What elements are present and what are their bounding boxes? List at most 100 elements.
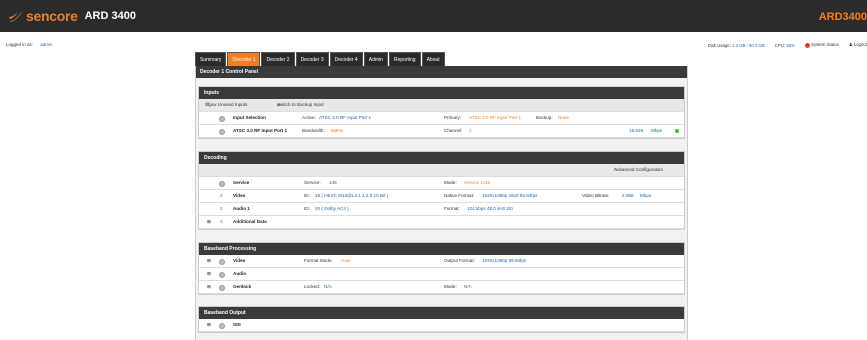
input-rate-value: 18.628 <box>629 128 644 133</box>
video-bitrate-label: Video Bitrate: <box>582 193 610 198</box>
tab-decoder-4[interactable]: Decoder 4 <box>329 52 363 66</box>
video-bitrate-unit: Mbps <box>640 193 652 198</box>
input-selection-label: Input Selection <box>233 115 266 120</box>
gear-icon <box>219 285 225 291</box>
video-bitrate-value: 2.088 <box>622 193 634 198</box>
panel-title: Decoder 1 Control Panel <box>196 66 687 78</box>
service-id-label: Service: <box>304 180 321 185</box>
cpu-value: 46% <box>786 42 795 48</box>
output-format-value: 1920x1080p 59.94fps <box>482 258 527 263</box>
gear-icon <box>219 272 225 278</box>
bandwidth-label: Bandwidth: <box>302 128 325 133</box>
channel-value: 2 <box>469 128 472 133</box>
user-icon: ♟ <box>848 42 853 47</box>
audio-format-value: 124 kbps 48.0 kHz 2/0 <box>467 206 513 211</box>
user-link[interactable]: admin <box>40 42 52 47</box>
sdi-label: SDI <box>233 322 241 327</box>
backup-value: None <box>558 115 569 120</box>
status-line: Disk Usage: 1.3 GB / 90.3 GB CPU: 46% Sy… <box>708 42 867 48</box>
input-rate-unit: Mbps <box>651 128 663 133</box>
brand-name: sencore <box>26 8 78 24</box>
service-mode-value: Service Lock <box>464 180 491 185</box>
inputs-header: Inputs <box>199 87 684 99</box>
active-label: Active: <box>302 115 316 120</box>
baseband-processing-section: Baseband Processing ⊞ Video Format Mode:… <box>198 242 685 295</box>
audio-format-label: Format: <box>444 206 460 211</box>
sencore-swoosh-icon <box>9 11 22 22</box>
primary-label: Primary: <box>444 115 462 120</box>
sencore-logo: sencore ARD 3400 <box>8 8 136 24</box>
audio-label: Audio 1 <box>233 206 250 211</box>
format-mode-value: Auto <box>341 258 351 263</box>
decoding-toolbar: ✎ Advanced Configuration <box>199 164 684 177</box>
system-status-label: System Status <box>811 42 839 48</box>
tab-about[interactable]: About <box>421 52 445 66</box>
audio-id-label: ID: <box>304 206 310 211</box>
tab-decoder-2[interactable]: Decoder 2 <box>261 52 295 66</box>
additional-data-row[interactable]: ⊞ ≡ Additional Data <box>199 216 684 229</box>
format-mode-label: Format Mode: <box>304 258 333 263</box>
native-format-value: 1920x1080p 16x9 59.94fps <box>482 193 538 198</box>
show-unused-label: Show Unused Inputs <box>205 102 248 107</box>
sub-item-icon: ≡ <box>220 193 223 198</box>
video-row[interactable]: ≡ Video ID: 18 ( HEVC M10@L4.1 4:2:0 10 … <box>199 190 684 203</box>
locked-value: N/A <box>324 284 332 289</box>
logged-in-line: Logged in as: admin <box>6 42 53 47</box>
genlock-mode-value: N/A <box>464 284 472 289</box>
port-label: ATSC 3.0 RF Input Port 1 <box>233 128 288 133</box>
audio-id-value: 20 ( Dolby AC4 ) <box>315 206 349 211</box>
expand-icon[interactable]: ⊞ <box>207 268 211 280</box>
gear-icon <box>219 116 225 122</box>
expand-icon[interactable]: ⊞ <box>207 255 211 267</box>
genlock-row[interactable]: ⊞ Genlock Locked: N/A Mode: N/A <box>199 281 684 294</box>
top-bar: sencore ARD 3400 ARD3400 <box>0 0 867 32</box>
logout-link[interactable]: ♟ Logout <box>849 42 867 48</box>
tab-decoder-3[interactable]: Decoder 3 <box>295 52 329 66</box>
active-value: ATSC 3.0 RF Input Port 1 <box>319 115 371 120</box>
backup-label: Backup: <box>536 115 553 120</box>
bb-video-row[interactable]: ⊞ Video Format Mode: Auto Output Format:… <box>199 255 684 268</box>
baseband-processing-header: Baseband Processing <box>199 243 684 255</box>
gear-icon <box>219 323 225 329</box>
cpu-label: CPU: <box>774 42 786 48</box>
advanced-config-label: Advanced Configuration <box>614 167 664 172</box>
decoder-tabs: Summary Decoder 1 Decoder 2 Decoder 3 De… <box>195 52 445 66</box>
input-selection-row[interactable]: Input Selection Active: ATSC 3.0 RF Inpu… <box>199 112 684 125</box>
logout-label: Logout <box>853 42 867 47</box>
tab-reporting[interactable]: Reporting <box>388 52 421 66</box>
tab-summary[interactable]: Summary <box>195 52 227 66</box>
service-label: Service <box>233 180 250 185</box>
baseband-output-section: Baseband Output ⊞ SDI <box>198 306 685 333</box>
bb-audio-row[interactable]: ⊞ Audio <box>199 268 684 281</box>
genlock-mode-label: Mode: <box>444 284 457 289</box>
switch-backup-label: Switch to Backup Input <box>277 102 324 107</box>
bandwidth-value: 6MHz <box>331 128 343 133</box>
native-format-label: Native Format: <box>444 193 475 198</box>
additional-data-label: Additional Data <box>233 219 267 224</box>
expand-icon[interactable]: ⊞ <box>207 216 211 228</box>
service-mode-label: Mode: <box>444 180 457 185</box>
control-panel: Decoder 1 Control Panel Inputs 🔍 Show Un… <box>195 66 688 340</box>
tab-decoder-1[interactable]: Decoder 1 <box>227 52 261 66</box>
system-status-link[interactable]: System Status <box>804 42 839 48</box>
sdi-row[interactable]: ⊞ SDI <box>199 319 684 332</box>
video-id-value: 18 ( HEVC M10@L4.1 4:2:0 10 Bit ) <box>315 193 389 198</box>
expand-icon[interactable]: ⊞ <box>207 319 211 331</box>
model-label: ARD3400 <box>818 11 867 23</box>
gear-icon <box>219 259 225 265</box>
output-format-label: Output Format: <box>444 258 475 263</box>
tab-admin[interactable]: Admin <box>363 52 388 66</box>
expand-icon[interactable]: ⊞ <box>207 281 211 293</box>
baseband-output-header: Baseband Output <box>199 307 684 319</box>
service-row[interactable]: Service Service: 146 Mode: Service Lock <box>199 177 684 190</box>
input-port-row[interactable]: ATSC 3.0 RF Input Port 1 Bandwidth: 6MHz… <box>199 125 684 138</box>
inputs-section: Inputs 🔍 Show Unused Inputs ⇄ Switch to … <box>198 86 685 139</box>
service-id-value: 146 <box>329 180 337 185</box>
video-id-label: ID: <box>304 193 310 198</box>
disk-usage-label: Disk Usage: <box>707 42 731 48</box>
inputs-toolbar: 🔍 Show Unused Inputs ⇄ Switch to Backup … <box>199 99 684 112</box>
disk-usage: Disk Usage: 1.3 GB / 90.3 GB <box>708 43 765 48</box>
decoding-header: Decoding <box>199 152 684 164</box>
audio-row[interactable]: ≡ Audio 1 ID: 20 ( Dolby AC4 ) Format: 1… <box>199 203 684 216</box>
disk-usage-value: 1.3 GB / 90.3 GB <box>732 42 765 48</box>
